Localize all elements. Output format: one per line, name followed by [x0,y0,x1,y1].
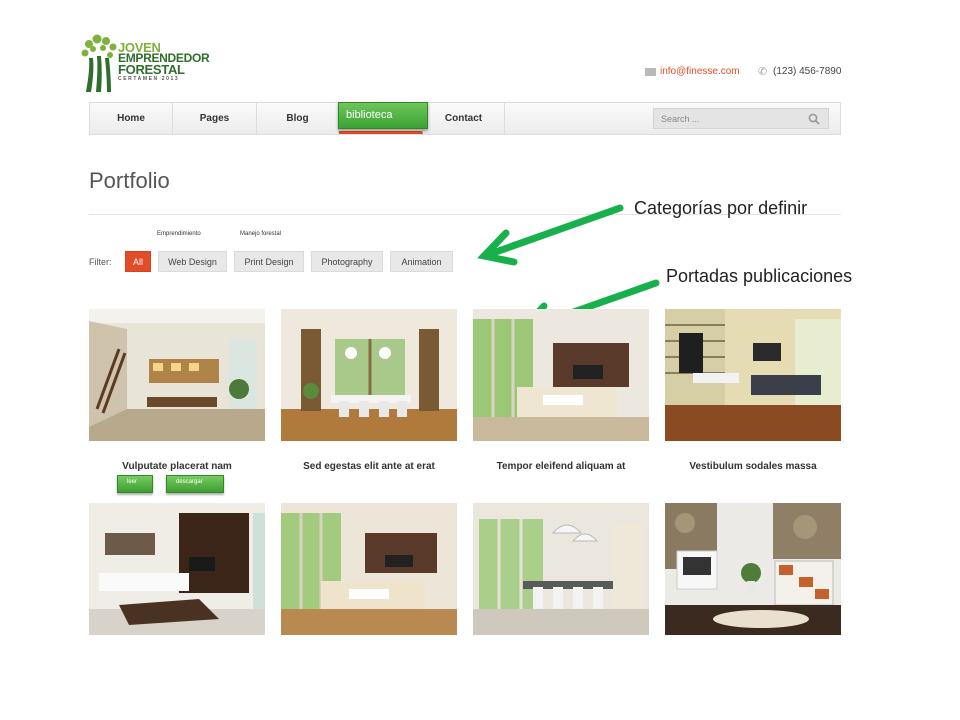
filter-web-design-button[interactable]: Web Design [158,251,227,272]
nav-blog[interactable]: Blog [257,103,339,134]
category-manejo-forestal[interactable]: Manejo forestal [240,231,281,237]
search-icon[interactable] [808,113,820,125]
annotation-covers: Portadas publicaciones [666,266,853,286]
contact-email-text: info@finesse.com [660,66,740,77]
mail-icon [645,67,656,76]
logo-line-certamen: CERTAMEN 2013 [118,76,180,82]
portfolio-thumb-8[interactable] [665,503,841,635]
search-input[interactable]: Search ... [653,108,829,129]
biblioteca-button[interactable]: biblioteca [338,102,428,129]
portfolio-thumb-7[interactable] [473,503,649,635]
portfolio-thumb-6[interactable] [281,503,457,635]
annotation-categories: Categorías por definir [634,198,808,218]
descargar-button[interactable]: descargar [166,475,224,493]
page-title: Portfolio [89,168,170,193]
filter-print-design-button[interactable]: Print Design [234,251,304,272]
filter-photography-button[interactable]: Photography [311,251,383,272]
portfolio-thumb-3[interactable] [473,309,649,441]
portfolio-thumb-2[interactable] [281,309,457,441]
nav-pages[interactable]: Pages [173,103,257,134]
filter-label: Filter: [89,257,112,267]
tree-logo-icon [81,34,117,92]
arrow-categories-icon [477,204,624,266]
portfolio-thumb-5[interactable] [89,503,265,635]
nav-home[interactable]: Home [90,103,173,134]
portfolio-thumb-1[interactable] [89,309,265,441]
contact-phone: ✆ (123) 456-7890 [758,66,841,77]
site-logo[interactable]: JOVEN EMPRENDEDOR FORESTAL CERTAMEN 2013 [80,34,210,100]
filter-animation-button[interactable]: Animation [390,251,453,272]
leer-button[interactable]: leer [117,475,153,493]
portfolio-thumb-4[interactable] [665,309,841,441]
portfolio-caption-4[interactable]: Vestibulum sodales massa [665,461,841,472]
phone-icon: ✆ [758,65,768,78]
contact-phone-text: (123) 456-7890 [773,66,842,77]
search-placeholder: Search ... [661,113,700,124]
logo-line-forestal: FORESTAL [118,62,185,77]
category-emprendimiento[interactable]: Emprendimiento [157,231,201,237]
portfolio-caption-2[interactable]: Sed egestas elit ante at erat [281,461,457,472]
filter-all-button[interactable]: All [125,251,151,272]
contact-email[interactable]: info@finesse.com [645,66,740,77]
nav-contact[interactable]: Contact [423,103,505,134]
portfolio-caption-3[interactable]: Tempor eleifend aliquam at [473,461,649,472]
portfolio-caption-1[interactable]: Vulputate placerat nam [89,461,265,472]
